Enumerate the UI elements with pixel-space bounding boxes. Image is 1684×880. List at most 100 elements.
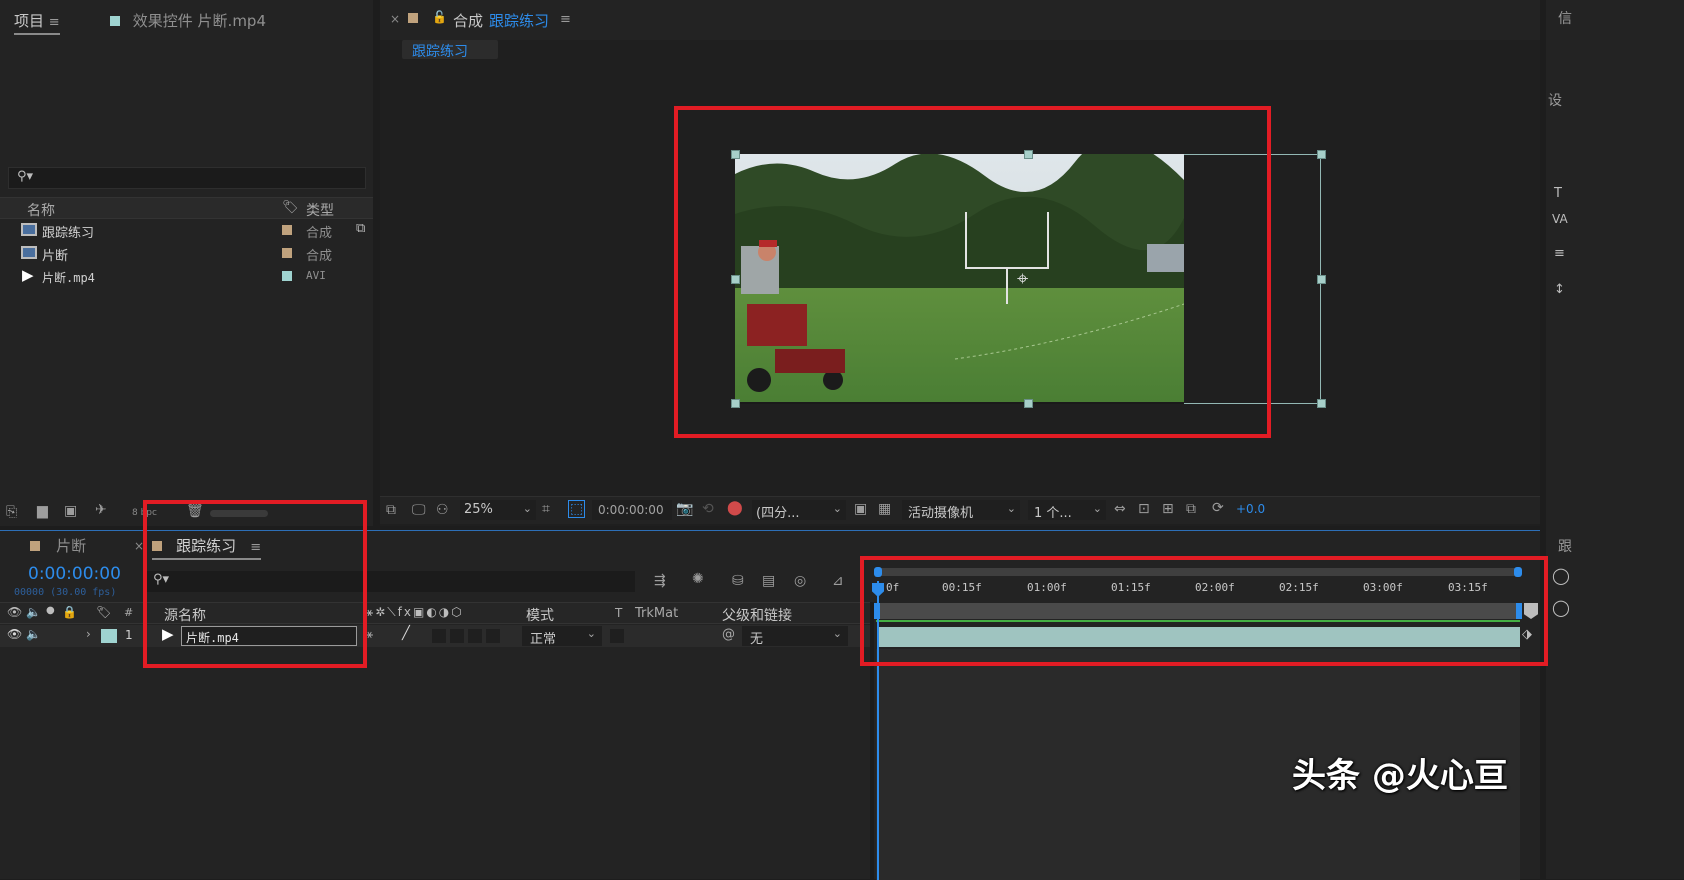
resolution-value: (四分...	[756, 506, 800, 521]
chevron-right-icon[interactable]: ›	[86, 627, 91, 641]
monitor-icon[interactable]: 🖵	[412, 502, 426, 518]
list-item[interactable]: 片断 合成	[0, 243, 355, 265]
always-preview-icon[interactable]: ⧉	[386, 502, 396, 518]
footage-icon: ▶	[22, 266, 34, 284]
current-time-field[interactable]: 0:00:00:00	[592, 500, 672, 520]
track-matte-box[interactable]	[610, 629, 624, 643]
lock-icon[interactable]: 🔓	[432, 10, 447, 24]
col-parent-header: 父级和链接	[722, 608, 792, 624]
label-tag-icon: 🏷	[282, 200, 299, 215]
timeline-fps: 00000 (30.00 fps)	[14, 587, 117, 598]
label-tag-icon: 🏷	[96, 605, 112, 619]
motion-blur-icon[interactable]: ◎	[794, 573, 806, 589]
text-tool-icon[interactable]: T	[1554, 186, 1562, 201]
menu-icon[interactable]: ≡	[560, 12, 571, 27]
right-panel-tab[interactable]: 信	[1558, 8, 1572, 28]
audio-icon[interactable]: 🔈	[26, 627, 41, 641]
close-icon[interactable]: ×	[390, 12, 400, 26]
timeline-tab-other[interactable]: 片断	[30, 535, 86, 556]
camera-snapshot-icon[interactable]: 📷	[676, 501, 693, 517]
audio-icon[interactable]: 🔈	[26, 605, 41, 619]
camera-select[interactable]: 活动摄像机 ⌄	[902, 500, 1020, 521]
col-number-header: #	[124, 606, 134, 619]
layer-column-header: 👁 🔈 ● 🔒 🏷 # 源名称 ⚹✲⟍fx▣◐◑⬡ 模式 T TrkMat 父级…	[0, 602, 870, 624]
flowchart-icon[interactable]: ⧉	[356, 221, 365, 236]
fast-preview-icon[interactable]: ▣	[854, 501, 867, 517]
comp-title-name[interactable]: 跟踪练习	[489, 10, 549, 31]
fast-draft-icon[interactable]: ⊡	[1138, 501, 1150, 517]
flowchart-icon[interactable]: ⧉	[1186, 501, 1196, 517]
comp-breadcrumb[interactable]: 跟踪练习	[402, 40, 498, 60]
eye-icon[interactable]: 👁	[7, 605, 22, 619]
chevron-down-icon: ⌄	[1006, 502, 1016, 515]
layer-label-swatch[interactable]	[101, 629, 117, 643]
col-type-header[interactable]: 类型	[306, 200, 334, 220]
show-snapshot-icon[interactable]: ⟲	[702, 501, 714, 517]
resolution-select[interactable]: (四分... ⌄	[752, 500, 846, 521]
timeline-timecode[interactable]: 0:00:00:00	[28, 564, 121, 584]
render-icon[interactable]: ✈	[95, 502, 107, 518]
switch-box[interactable]	[450, 629, 464, 643]
item-type: 合成	[306, 226, 333, 241]
zoom-select[interactable]: 25% ⌄	[460, 500, 536, 520]
region-of-interest-icon[interactable]: ⌗	[542, 501, 550, 517]
list-item[interactable]: 跟踪练习 合成 ⧉	[0, 220, 365, 242]
project-panel: 项目 ≡ 效果控件 片断.mp4 ⚲▾ 名称 🏷 类型 跟踪练习 合成 ⧉ 片断…	[0, 0, 373, 526]
channel-rgb-icon[interactable]: ⬤	[727, 500, 743, 516]
graph-editor-icon[interactable]: ⊿	[832, 573, 844, 589]
reset-exposure-icon[interactable]: ⟳	[1212, 500, 1224, 516]
annotation-box-layer	[143, 500, 367, 668]
folder-icon[interactable]: ▆	[37, 503, 48, 519]
quality-switch-icon[interactable]: ╱	[402, 626, 410, 641]
transform-handle[interactable]	[1317, 275, 1326, 284]
views-select[interactable]: 1 个... ⌄	[1028, 500, 1106, 521]
transform-handle[interactable]	[1317, 150, 1326, 159]
new-composition-icon[interactable]: ▣	[64, 503, 77, 519]
toggle-pixel-aspect-icon[interactable]: ⇔	[1114, 501, 1126, 517]
radio-icon[interactable]: ◯	[1552, 598, 1570, 617]
toggle-transparency-grid-icon[interactable]: ▦	[878, 501, 891, 517]
solo-icon[interactable]: ●	[46, 605, 55, 616]
table-row[interactable]: 👁 🔈 › 1 ▶ 片断.mp4 ⚹ ╱ 正常 ⌄ @ 无 ⌄	[0, 625, 870, 647]
tab-label: 片断	[56, 537, 87, 555]
draft-3d-icon[interactable]: ✺	[692, 571, 704, 587]
pick-whip-icon[interactable]: @	[722, 627, 735, 642]
list-item[interactable]: ▶ 片断.mp4 AVI	[0, 266, 355, 288]
col-t-header: T	[615, 606, 623, 620]
frame-blending-icon[interactable]: ▤	[762, 573, 775, 589]
mask-visibility-icon[interactable]: ⚇	[436, 502, 449, 518]
exposure-value[interactable]: +0.0	[1236, 502, 1265, 516]
radio-icon[interactable]: ◯	[1552, 566, 1570, 585]
composition-icon	[21, 223, 37, 236]
eye-icon[interactable]: 👁	[7, 627, 22, 641]
hide-shy-layers-icon[interactable]: ⛁	[732, 573, 744, 589]
shy-switch-icon[interactable]: ⚹	[366, 627, 373, 642]
tab-effects-controls[interactable]: 效果控件 片断.mp4	[110, 10, 266, 31]
align-icon[interactable]: ≡	[1554, 246, 1565, 261]
switch-box[interactable]	[432, 629, 446, 643]
comp-swatch-icon	[30, 541, 40, 551]
annotation-box-timeline	[860, 556, 1548, 666]
menu-icon[interactable]: ≡	[49, 15, 60, 30]
composition-flowchart-icon[interactable]: ⇶	[654, 573, 666, 589]
parent-select[interactable]: 无 ⌄	[742, 626, 848, 647]
col-name-header[interactable]: 名称	[27, 200, 55, 220]
switch-box[interactable]	[486, 629, 500, 643]
tab-project-label: 项目	[14, 12, 45, 30]
interpret-footage-icon[interactable]: ⎘	[6, 504, 17, 520]
switch-box[interactable]	[468, 629, 482, 643]
zoom-value: 25%	[464, 502, 493, 517]
lock-icon[interactable]: 🔒	[62, 605, 77, 619]
label-swatch	[282, 248, 292, 258]
transparency-grid-icon[interactable]: ⬚	[568, 500, 586, 518]
item-name: 片断	[42, 249, 69, 264]
kerning-icon[interactable]: VA	[1552, 212, 1568, 226]
transform-handle[interactable]	[1317, 399, 1326, 408]
blend-mode-select[interactable]: 正常 ⌄	[522, 626, 602, 647]
project-search-input[interactable]: ⚲▾	[8, 167, 366, 189]
tracker-tab[interactable]: 跟	[1558, 536, 1572, 556]
timeline-icon[interactable]: ⊞	[1162, 501, 1174, 517]
tab-project[interactable]: 项目 ≡	[14, 10, 60, 35]
leading-icon[interactable]: ↕	[1554, 282, 1565, 297]
item-type: AVI	[306, 269, 326, 282]
